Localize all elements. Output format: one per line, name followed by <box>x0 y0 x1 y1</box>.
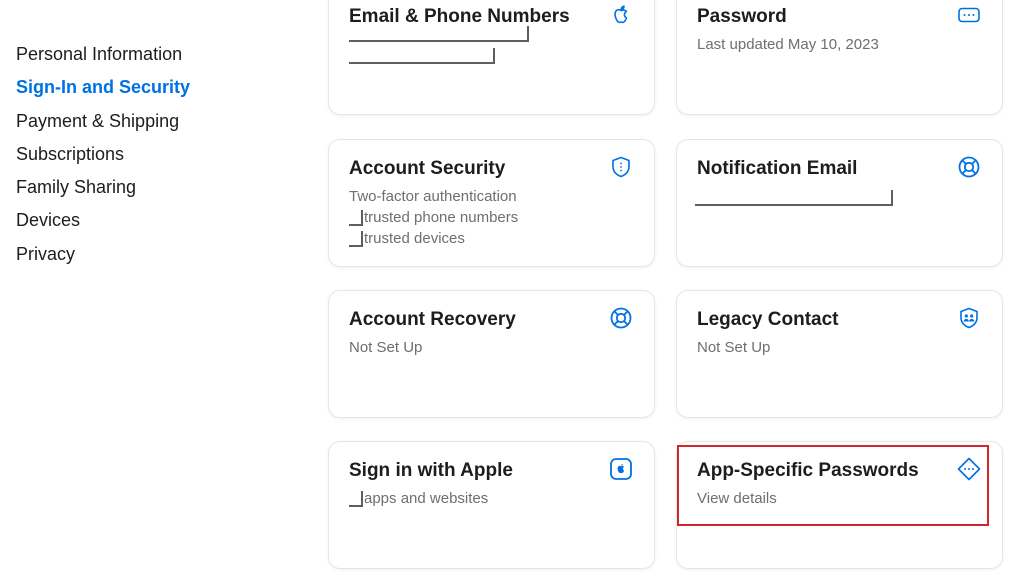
apple-square-icon <box>608 456 634 482</box>
card-title: Password <box>697 6 787 27</box>
sidebar-item-personal-information[interactable]: Personal Information <box>16 43 276 76</box>
sidebar-item-devices[interactable]: Devices <box>16 209 276 242</box>
card-title: Account Security <box>349 158 506 179</box>
redacted-count <box>349 491 363 507</box>
card-email-phone-numbers[interactable]: Email & Phone Numbers <box>328 0 655 115</box>
sidebar-item-sign-in-and-security[interactable]: Sign-In and Security <box>16 76 276 109</box>
lifebuoy-icon <box>608 305 634 331</box>
card-subtitle: Not Set Up <box>697 339 771 356</box>
redacted-notification-email <box>695 190 893 206</box>
card-subtitle: View details <box>697 490 777 507</box>
card-sign-in-with-apple[interactable]: Sign in with Apple apps and websites <box>328 441 655 569</box>
card-title: Sign in with Apple <box>349 460 513 481</box>
apple-logo-icon <box>608 2 634 28</box>
card-title: Account Recovery <box>349 309 516 330</box>
redacted-email <box>349 26 529 42</box>
card-subtitle: apps and websites <box>349 488 634 509</box>
sidebar-item-privacy[interactable]: Privacy <box>16 243 276 276</box>
sidebar-item-payment-and-shipping[interactable]: Payment & Shipping <box>16 110 276 143</box>
card-title: Notification Email <box>697 158 858 179</box>
trusted-devices-line: trusted devices <box>349 228 634 249</box>
card-account-recovery[interactable]: Account Recovery Not Set Up <box>328 290 655 418</box>
card-title: Email & Phone Numbers <box>349 6 570 27</box>
card-title: App-Specific Passwords <box>697 460 919 481</box>
card-account-security[interactable]: Account Security Two-factor authenticati… <box>328 139 655 267</box>
redacted-phone <box>349 48 495 64</box>
card-details: Two-factor authentication trusted phone … <box>349 186 634 249</box>
diamond-dots-icon <box>956 456 982 482</box>
card-app-specific-passwords[interactable]: App-Specific Passwords View details <box>676 441 1003 569</box>
card-subtitle: Not Set Up <box>349 339 423 356</box>
redacted-count <box>349 210 363 226</box>
sidebar-nav: Personal Information Sign-In and Securit… <box>16 43 276 276</box>
card-legacy-contact[interactable]: Legacy Contact Not Set Up <box>676 290 1003 418</box>
card-notification-email[interactable]: Notification Email <box>676 139 1003 267</box>
redacted-count <box>349 231 363 247</box>
shield-icon <box>608 154 634 180</box>
password-dots-icon <box>956 2 982 28</box>
trusted-phone-numbers-line: trusted phone numbers <box>349 207 634 228</box>
card-subtitle: Last updated May 10, 2023 <box>697 36 879 53</box>
card-password[interactable]: Password Last updated May 10, 2023 <box>676 0 1003 115</box>
two-factor-line: Two-factor authentication <box>349 188 517 205</box>
sidebar-item-subscriptions[interactable]: Subscriptions <box>16 143 276 176</box>
card-title: Legacy Contact <box>697 309 839 330</box>
sidebar-item-family-sharing[interactable]: Family Sharing <box>16 176 276 209</box>
lifebuoy-icon <box>956 154 982 180</box>
people-shield-icon <box>956 305 982 331</box>
